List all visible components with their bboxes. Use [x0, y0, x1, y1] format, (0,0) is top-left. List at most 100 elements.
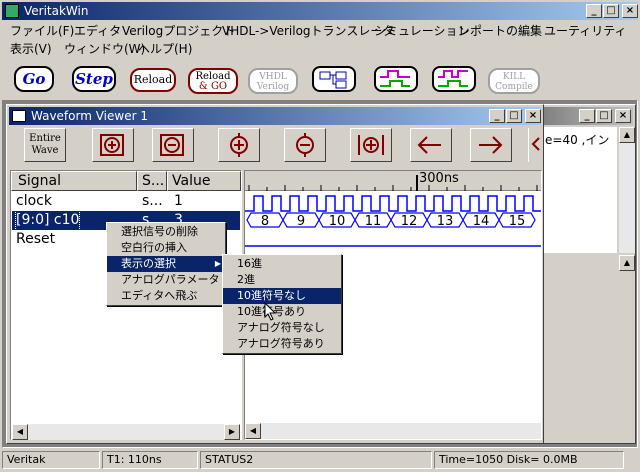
- signal-name-clock[interactable]: clock: [16, 192, 52, 211]
- entire-wave-button[interactable]: Entire Wave: [24, 128, 66, 162]
- scroll-right-button[interactable]: [470, 128, 512, 162]
- editor-text-area[interactable]: e=40 ,イン: [543, 127, 617, 253]
- waveform-viewer-icon: [12, 110, 26, 122]
- app-title: VeritakWin: [24, 4, 89, 18]
- zoom-in-button[interactable]: [218, 128, 260, 162]
- signal-list-header: Signal S... Value: [11, 171, 241, 191]
- context-item-insert-blank[interactable]: 空白行の挿入: [107, 240, 225, 256]
- menu-verilog-project[interactable]: Verilogプロジェクト: [122, 22, 235, 39]
- clock-waveform: [245, 195, 541, 212]
- reload-button[interactable]: Reload: [130, 68, 176, 92]
- submenu-item-signed-decimal[interactable]: 10進符号あり: [223, 304, 341, 320]
- menu-report-edit[interactable]: レポートの編集: [458, 22, 542, 39]
- editor-minimize-button[interactable]: _: [579, 109, 595, 123]
- arrow-left-partial-icon: [531, 137, 540, 151]
- submenu-item-unsigned-decimal[interactable]: 10進符号なし: [223, 288, 341, 304]
- column-header-value[interactable]: Value: [167, 171, 241, 191]
- column-header-status[interactable]: S...: [137, 171, 167, 191]
- submenu-arrow-icon: ▶: [214, 259, 221, 268]
- context-item-display-select[interactable]: 表示の選択 ▶: [107, 256, 225, 272]
- submenu-item-binary[interactable]: 2進: [223, 272, 341, 288]
- menu-window[interactable]: ウィンドウ(W): [64, 40, 145, 57]
- hierarchy-icon: [319, 71, 347, 89]
- zoom-out-area-button[interactable]: [152, 128, 194, 162]
- editor-maximize-button[interactable]: □: [596, 109, 612, 123]
- context-item-goto-editor[interactable]: エディタへ飛ぶ: [107, 288, 225, 304]
- goto-cursor-icon: [358, 135, 384, 155]
- zoom-in-area-button[interactable]: [92, 128, 134, 162]
- waveform-green-icon: [380, 70, 410, 87]
- hierarchy-icon-button[interactable]: [312, 66, 356, 92]
- menu-vhdl-translator[interactable]: VHDL->Verilogトランスレータ: [222, 22, 394, 39]
- resize-grip-icon[interactable]: [624, 454, 638, 468]
- mouse-pointer-icon: [264, 302, 277, 321]
- status-time-disk: Time=1050 Disk= 0.0MB: [434, 451, 624, 469]
- time-marker-label: 300ns: [419, 171, 459, 186]
- signal-name-c10[interactable]: [9:0] c10: [14, 210, 81, 231]
- reload-label: Reload: [133, 73, 173, 86]
- signal-scroll-left-arrow[interactable]: ◀: [12, 424, 28, 440]
- vhdl-label-2: Verilog: [256, 82, 290, 92]
- goto-cursor-button[interactable]: [350, 128, 392, 162]
- zoom-out-icon: [296, 133, 314, 157]
- step-button[interactable]: Step: [72, 66, 116, 92]
- submenu-item-analog-unsigned[interactable]: アナログ符号なし: [223, 320, 341, 336]
- display-submenu: 16進 2進 10進符号なし 10進符号あり アナログ符号なし アナログ符号あり: [222, 254, 342, 354]
- step-label: Step: [75, 70, 113, 88]
- bus-value-label: 9: [297, 214, 305, 229]
- waveform-magenta-button[interactable]: [432, 66, 476, 92]
- signal-scroll-right-arrow[interactable]: ▶: [224, 424, 240, 440]
- kill-compile-button: KILL Compile: [488, 68, 540, 94]
- close-button[interactable]: ×: [622, 4, 638, 18]
- editor-close-button[interactable]: ×: [615, 109, 631, 123]
- wv-maximize-button[interactable]: □: [506, 109, 522, 123]
- wave-scroll-left-arrow[interactable]: ◀: [245, 423, 261, 439]
- menu-utility[interactable]: ユーティリティ: [544, 22, 627, 39]
- editor-lower-scroll-arrow[interactable]: ▲: [619, 255, 635, 271]
- scroll-left-button[interactable]: [410, 128, 452, 162]
- wv-minimize-button[interactable]: _: [489, 109, 505, 123]
- editor-vscrollbar[interactable]: ▲: [619, 127, 635, 253]
- zoom-in-area-icon: [100, 134, 124, 156]
- status-app: Veritak: [2, 451, 100, 469]
- waveform-magenta-icon: [438, 70, 468, 87]
- menu-file[interactable]: ファイル(F): [10, 22, 74, 39]
- maximize-button[interactable]: □: [603, 4, 619, 18]
- reload-go-label-2: & GO: [198, 81, 228, 92]
- vhdl-label-1: VHDL: [259, 72, 287, 82]
- editor-titlebar: _ □ ×: [543, 107, 633, 125]
- context-item-display-select-label: 表示の選択: [121, 257, 176, 270]
- arrow-left-icon: [417, 136, 441, 154]
- waveform-hscrollbar[interactable]: ◀: [245, 423, 541, 439]
- wv-close-button[interactable]: ×: [525, 109, 541, 123]
- menu-editor[interactable]: エディタ: [74, 22, 121, 39]
- context-item-delete-signal[interactable]: 選択信号の削除: [107, 224, 225, 240]
- waveform-green-button[interactable]: [374, 66, 418, 92]
- submenu-item-analog-signed[interactable]: アナログ符号あり: [223, 336, 341, 352]
- editor-scroll-up-arrow[interactable]: ▲: [619, 127, 635, 143]
- minimize-button[interactable]: _: [586, 4, 602, 18]
- context-menu: 選択信号の削除 空白行の挿入 表示の選択 ▶ アナログパラメータ エディタへ飛ぶ: [106, 222, 226, 306]
- reload-go-button[interactable]: Reload & GO: [188, 68, 238, 94]
- kill-label-1: KILL: [502, 72, 526, 82]
- zoom-out-button[interactable]: [284, 128, 326, 162]
- column-header-signal[interactable]: Signal: [11, 171, 137, 191]
- menu-simulation[interactable]: シミュレーション: [374, 22, 470, 39]
- menu-view[interactable]: 表示(V): [10, 40, 52, 57]
- waveform-traces: 8 9 10 11 12 13 14 15: [245, 195, 541, 247]
- signal-name-reset[interactable]: Reset: [16, 230, 55, 249]
- zoom-out-area-icon: [160, 134, 184, 156]
- signal-hscrollbar[interactable]: ◀ ▶: [12, 424, 240, 440]
- ruler-ticks: [248, 175, 538, 191]
- editor-window[interactable]: _ □ × e=40 ,イン ▲ ▲: [540, 104, 636, 444]
- status-status: STATUS2: [200, 451, 432, 469]
- submenu-item-hex[interactable]: 16進: [223, 256, 341, 272]
- context-item-analog-params[interactable]: アナログパラメータ: [107, 272, 225, 288]
- bus-value-label: 11: [365, 214, 382, 229]
- editor-text: e=40 ,イン: [545, 133, 610, 147]
- kill-label-2: Compile: [495, 82, 533, 92]
- go-button[interactable]: Go: [14, 66, 54, 92]
- menu-help[interactable]: ヘルプ(H): [138, 40, 192, 57]
- toolbar-overflow-button[interactable]: [528, 128, 540, 162]
- bus-value-label: 8: [261, 214, 269, 229]
